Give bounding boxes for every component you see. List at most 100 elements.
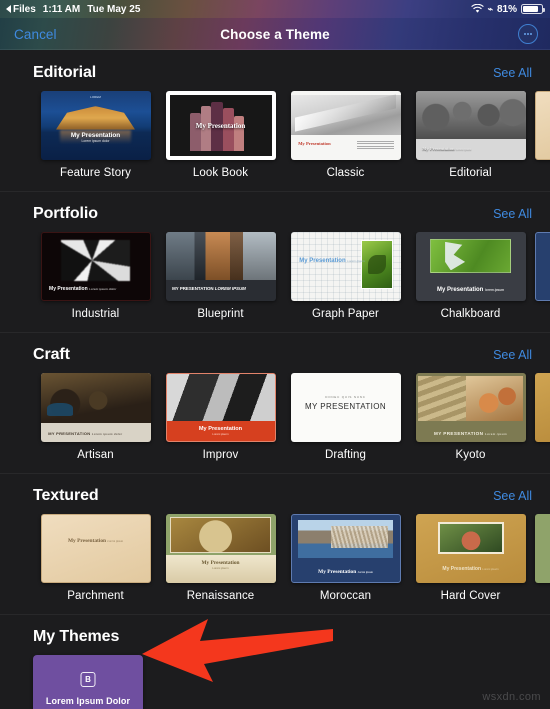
status-bar-right: ⌁ 81% [470, 3, 545, 15]
slide-title: My Presentation [299, 258, 346, 265]
slide-title: My Presentation [195, 121, 246, 130]
theme-card-renaissance[interactable]: My Presentation Lorem ipsum Renaissance [158, 514, 283, 602]
slide-subtitle: Lorem ipsum [212, 431, 229, 436]
slide-text: My Presentation Lorem ipsum [299, 258, 364, 264]
more-options-icon[interactable] [518, 24, 538, 44]
theme-name: Blueprint [197, 308, 244, 320]
theme-card-feature-story[interactable]: LOREM My Presentation Lorem ipsum dolor … [33, 91, 158, 179]
theme-card-improv[interactable]: My Presentation Lorem ipsum Improv [158, 373, 283, 461]
more-dot [527, 33, 529, 35]
theme-card-blueprint[interactable]: MY PRESENTATION LOREM IPSUM Blueprint [158, 232, 283, 320]
battery-icon [521, 4, 545, 14]
cancel-button[interactable]: Cancel [12, 25, 59, 44]
more-dot [530, 33, 533, 35]
see-all-editorial-button[interactable]: See All [493, 66, 532, 80]
photo-art [415, 91, 526, 140]
back-app-label: Files [13, 3, 36, 15]
slide-title: My Presentation [67, 537, 107, 544]
slide-title: My Presentation [442, 565, 482, 572]
theme-name: Feature Story [60, 167, 131, 179]
back-triangle-icon [6, 5, 11, 13]
slide-text: My Presentation Lorem ipsum [416, 566, 526, 572]
theme-thumbnail: My Presentation Lorem ipsum dolor [40, 232, 151, 301]
status-bar-time: 1:11 AM [42, 3, 81, 15]
see-all-portfolio-button[interactable]: See All [493, 207, 532, 221]
slide-title: My Presentation [49, 285, 88, 292]
theme-chooser-scroll-area[interactable]: Editorial See All LOREM My Presentation … [0, 50, 550, 709]
slide-subtitle: DONEC QUIS NUNC [325, 395, 366, 400]
slide-subtitle: Lorem ipsum dolor [81, 139, 110, 144]
theme-card-graph-paper[interactable]: My Presentation Lorem ipsum Graph Paper [283, 232, 408, 320]
theme-row-craft[interactable]: MY PRESENTATION Lorem ipsum dolor Artisa… [0, 373, 550, 473]
slide-text: My Presentation Lorem ipsum dolor [49, 286, 116, 292]
battery-fill [523, 6, 538, 12]
theme-thumbnail: My Presentation Lorem ipsum [415, 514, 526, 583]
slide-subtitle: Lorem ipsum [485, 431, 508, 436]
photo-art [40, 373, 151, 423]
location-arrow-icon: ⌁ [487, 3, 493, 14]
see-all-craft-button[interactable]: See All [493, 348, 532, 362]
theme-card-chalkboard[interactable]: My Presentation lorem ipsum Chalkboard [408, 232, 533, 320]
map-art [429, 238, 512, 274]
theme-thumbnail [535, 373, 550, 442]
theme-card-lorem-ipsum-dolor[interactable]: B Lorem Ipsum Dolor Lorem ipsum dolor [33, 655, 143, 709]
theme-card-industrial[interactable]: My Presentation Lorem ipsum dolor Indust… [33, 232, 158, 320]
slide-subtitle: Lorem ipsum [107, 538, 124, 543]
slide-text: My Presentation Lorem ipsum [292, 569, 400, 575]
photo-art [437, 522, 504, 554]
slide-title: My Presentation [318, 568, 357, 575]
slide-title: Lorem Ipsum Dolor [45, 696, 131, 706]
theme-badge: B [80, 672, 96, 687]
section-textured: Textured See All My Presentation Lorem i… [0, 473, 550, 614]
theme-row-portfolio[interactable]: My Presentation Lorem ipsum dolor Indust… [0, 232, 550, 332]
theme-thumbnail: My Presentation lorem ipsum [415, 232, 526, 301]
theme-name: Look Book [192, 167, 249, 179]
theme-thumbnail: DONEC QUIS NUNC MY PRESENTATION [290, 373, 401, 442]
theme-card-next-partial[interactable] [533, 232, 550, 320]
slide-title: My Presentation [70, 132, 121, 140]
theme-thumbnail: MY PRESENTATION LOREM IPSUM [165, 232, 276, 301]
theme-name: Artisan [77, 449, 114, 461]
building-art [55, 106, 136, 130]
see-all-textured-button[interactable]: See All [493, 489, 532, 503]
theme-name: Editorial [449, 167, 492, 179]
section-title: My Themes [33, 628, 120, 645]
theme-card-drafting[interactable]: DONEC QUIS NUNC MY PRESENTATION Drafting [283, 373, 408, 461]
theme-name: Improv [202, 449, 239, 461]
theme-card-moroccan[interactable]: My Presentation Lorem ipsum Moroccan [283, 514, 408, 602]
slide-subtitle: Lorem ipsum [357, 570, 373, 574]
section-craft: Craft See All MY PRESENTATION Lorem ipsu… [0, 332, 550, 473]
theme-card-next-partial[interactable] [533, 373, 550, 461]
photo-art-right [466, 375, 524, 422]
slide-inner: My Presentation [169, 95, 272, 156]
theme-thumbnail: MY PRESENTATION Lorem ipsum dolor [40, 373, 151, 442]
theme-card-classic[interactable]: My Presentation Classic [283, 91, 408, 179]
watermark: wsxdn.com [482, 691, 541, 703]
theme-card-look-book[interactable]: My Presentation Look Book [158, 91, 283, 179]
theme-card-hard-cover[interactable]: My Presentation Lorem ipsum Hard Cover [408, 514, 533, 602]
theme-thumbnail: My Presentation [290, 91, 401, 160]
slide-text: MY PRESENTATION LOREM IPSUM [172, 286, 246, 292]
theme-row-editorial[interactable]: LOREM My Presentation Lorem ipsum dolor … [0, 91, 550, 191]
theme-thumbnail [535, 91, 550, 160]
section-title: Craft [33, 346, 70, 363]
theme-card-artisan[interactable]: MY PRESENTATION Lorem ipsum dolor Artisa… [33, 373, 158, 461]
slide-subtitle: lorem ipsum [485, 287, 504, 292]
theme-card-kyoto[interactable]: MY PRESENTATION Lorem ipsum Kyoto [408, 373, 533, 461]
theme-card-next-partial[interactable] [533, 91, 550, 179]
theme-card-next-partial[interactable] [533, 514, 550, 602]
theme-name: Classic [326, 167, 365, 179]
theme-thumbnail: My Presentation [165, 91, 276, 160]
theme-row-textured[interactable]: My Presentation Lorem ipsum Parchment My… [0, 514, 550, 614]
leaf-photo-art [360, 240, 393, 289]
section-title: Editorial [33, 64, 97, 81]
slide-subtitle: Lorem ipsum dolor [91, 431, 123, 436]
section-header: Textured See All [0, 473, 550, 514]
photo-art [165, 232, 276, 281]
section-portfolio: Portfolio See All My Presentation Lorem … [0, 191, 550, 332]
theme-card-editorial[interactable]: My Presentation Lorem ipsum Editorial [408, 91, 533, 179]
back-to-files-button[interactable]: Files [6, 4, 36, 15]
theme-row-my-themes[interactable]: B Lorem Ipsum Dolor Lorem ipsum dolor [0, 655, 550, 709]
slide-title: MY PRESENTATION [304, 401, 387, 411]
theme-card-parchment[interactable]: My Presentation Lorem ipsum Parchment [33, 514, 158, 602]
